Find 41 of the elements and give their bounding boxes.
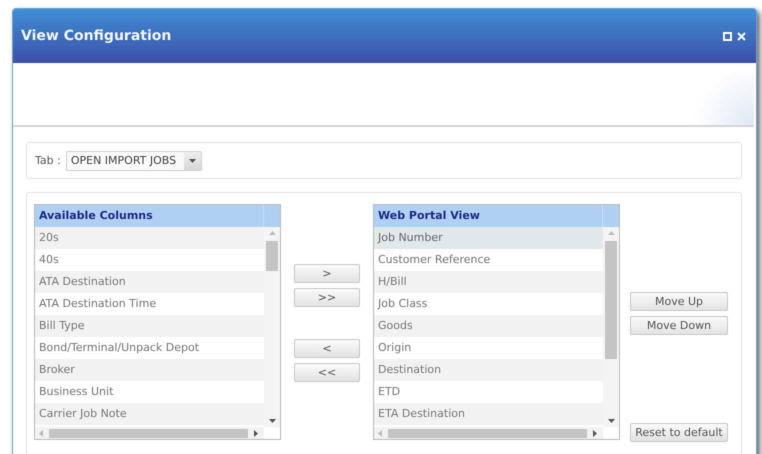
move-button[interactable]: Move Down [630,316,728,335]
remove-all-button[interactable]: << [294,363,360,382]
list-item[interactable]: Broker [35,359,264,381]
scroll-left-icon[interactable] [39,430,43,436]
scroll-right-icon[interactable] [593,430,597,436]
list-item[interactable]: ATA Destination [35,271,264,293]
window-title: View Configuration [21,28,172,44]
scroll-up-icon[interactable] [268,231,276,235]
list-item[interactable]: Job Number [374,227,603,249]
scroll-left-icon[interactable] [378,430,382,436]
reset-button[interactable]: Reset to default [630,423,728,442]
horizontal-scrollbar[interactable] [374,427,603,439]
scroll-down-icon[interactable] [268,419,276,423]
list-item[interactable]: Goods [374,315,603,337]
close-icon[interactable] [737,32,746,40]
scroll-thumb[interactable] [49,428,248,438]
list-item[interactable]: Carrier Job Note [35,403,264,425]
scroll-right-icon[interactable] [254,430,258,436]
caret-icon [189,158,196,162]
list-header: Web Portal View [377,208,481,224]
add-button[interactable]: > [294,264,360,283]
horizontal-scrollbar[interactable] [35,427,264,439]
tab-dropdown[interactable]: OPEN IMPORT JOBS [66,150,202,170]
remove-button[interactable]: < [294,339,360,358]
list-item[interactable]: Bill Type [35,315,264,337]
add-all-button[interactable]: >> [294,288,360,307]
scroll-down-icon[interactable] [608,419,614,423]
scroll-up-icon[interactable] [608,231,614,235]
tab-label: Tab : [35,154,61,167]
move-button[interactable]: Move Up [630,292,728,311]
list-item[interactable]: Destination [374,359,603,381]
vertical-scrollbar[interactable] [264,227,280,427]
maximize-icon[interactable] [723,32,732,40]
list-item[interactable]: H/Bill [374,271,603,293]
list-header: Available Columns [38,208,154,224]
list-item[interactable]: 20s [35,227,264,249]
vertical-scrollbar[interactable] [603,227,619,427]
list-item[interactable]: ETA Destination [374,403,603,425]
scroll-thumb[interactable] [388,428,587,438]
scroll-thumb[interactable] [605,241,617,359]
scroll-thumb[interactable] [266,241,278,271]
